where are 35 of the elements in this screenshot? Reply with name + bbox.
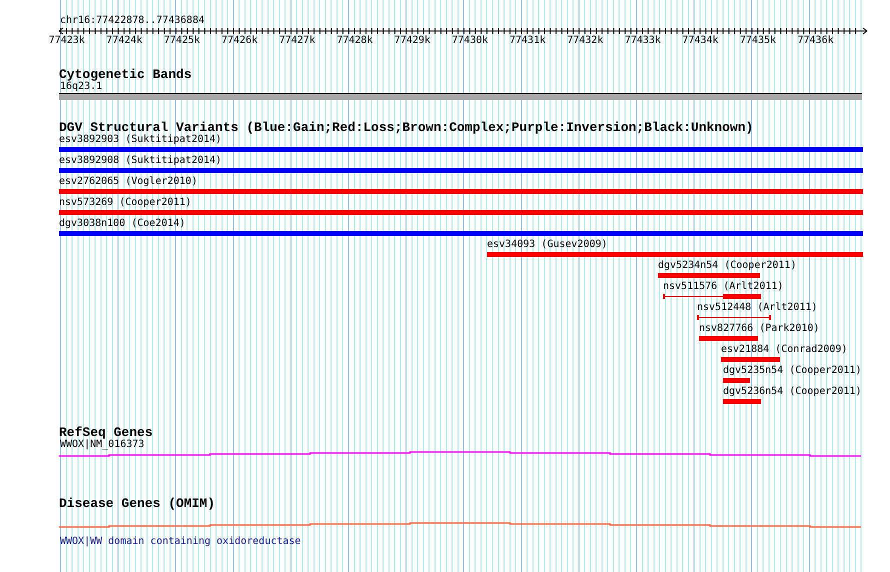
- variant-label: nsv573269 (Cooper2011): [59, 197, 192, 209]
- tick-label: 77435k: [740, 35, 776, 47]
- tick-label: 77427k: [279, 35, 316, 47]
- tick-label: 77423k: [48, 35, 85, 47]
- variant-label: dgv5236n54 (Cooper2011): [723, 386, 862, 398]
- variant-label: esv21884 (Conrad2009): [721, 344, 848, 356]
- tick-label: 77432k: [567, 35, 604, 47]
- track-title: RefSeq Genes: [58, 427, 154, 439]
- tick-label: 77428k: [336, 35, 373, 47]
- tick-label: 77429k: [394, 35, 430, 47]
- tick-label: 77431k: [510, 35, 546, 47]
- track-title: Cytogenetic Bands: [58, 69, 193, 81]
- tick-label: 77436k: [798, 35, 834, 47]
- variant-label: dgv5234n54 (Cooper2011): [658, 260, 796, 272]
- variant-label: esv2762065 (Vogler2010): [59, 176, 198, 188]
- variant-label: dgv5235n54 (Cooper2011): [723, 365, 862, 377]
- region-label: chr16:77422878..77436884: [59, 15, 206, 27]
- gene-label: WWOX|NM_016373: [59, 439, 146, 450]
- variant-label: dgv3038n100 (Coe2014): [59, 218, 186, 230]
- tick-label: 77433k: [624, 35, 661, 47]
- variant-label: nsv827766 (Park2010): [699, 323, 820, 335]
- variant-label: nsv511576 (Arlt2011): [663, 281, 784, 293]
- variant-label: esv3892903 (Suktitipat2014): [59, 134, 222, 146]
- variant-label: nsv512448 (Arlt2011): [697, 302, 818, 314]
- disease-gene-label: WWOX|WW domain containing oxidoreductase: [59, 536, 302, 548]
- tick-label: 77426k: [222, 35, 258, 47]
- tick-label: 77424k: [106, 35, 142, 47]
- variant-label: esv34093 (Gusev2009): [487, 239, 608, 251]
- track-title: DGV Structural Variants (Blue:Gain;Red:Loss;Brown:Complex;Purple:Inversion;Black:Unknown): [58, 122, 754, 134]
- track-title: Disease Genes (OMIM): [58, 498, 216, 510]
- tick-label: 77430k: [452, 35, 488, 47]
- band-label: 16q23.1: [59, 81, 104, 93]
- tick-label: 77425k: [164, 35, 200, 47]
- tick-label: 77434k: [682, 35, 718, 47]
- variant-label: esv3892908 (Suktitipat2014): [59, 155, 222, 167]
